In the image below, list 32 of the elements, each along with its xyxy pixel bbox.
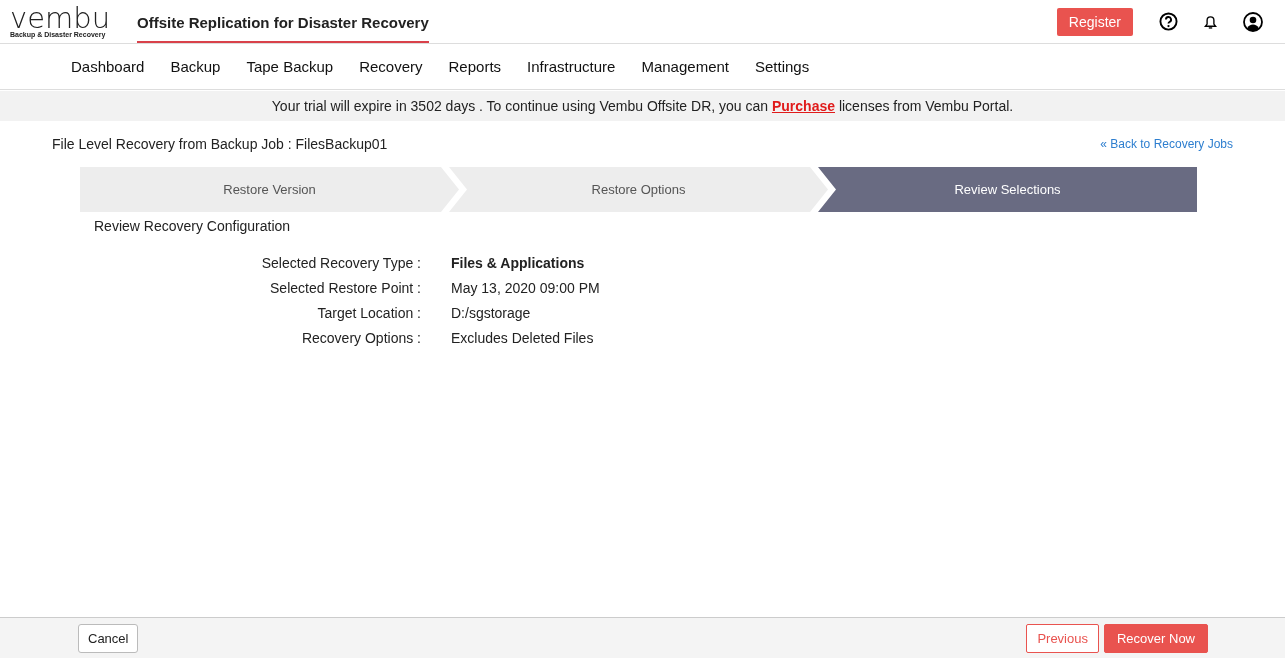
user-avatar-icon[interactable] — [1243, 11, 1263, 32]
nav-item[interactable]: Settings — [755, 58, 810, 75]
summary-label: Selected Restore Point : — [269, 279, 421, 297]
summary-label: Target Location : — [316, 304, 421, 322]
summary-value: May 13, 2020 09:00 PM — [451, 279, 601, 297]
register-button[interactable]: Register — [1056, 7, 1133, 36]
nav-item[interactable]: Backup — [170, 58, 221, 75]
back-link[interactable]: « Back to Recovery Jobs — [1100, 137, 1233, 151]
nav-item[interactable]: Recovery — [359, 58, 423, 75]
page-title: File Level Recovery from Backup Job : FilesBackup01 — [52, 136, 388, 152]
section-title: Review Recovery Configuration — [93, 217, 292, 234]
nav-item[interactable]: Tape Backup — [246, 58, 334, 75]
nav-item[interactable]: Management — [641, 58, 729, 75]
trial-message: Your trial will expire in 3502 days . To continue using Vembu Offsite DR, you can Purchase licenses from Vembu Portal. — [271, 98, 1014, 114]
wizard-step[interactable]: Restore Version — [80, 167, 459, 212]
logo: vembu — [10, 5, 112, 31]
nav-item[interactable]: Infrastructure — [527, 58, 616, 75]
summary-value: D:/sgstorage — [451, 304, 532, 322]
summary-label: Recovery Options : — [300, 329, 421, 347]
product-title: Offsite Replication for Disaster Recovery — [137, 0, 429, 43]
recover-now-button[interactable]: Recover Now — [1103, 623, 1208, 653]
previous-button[interactable]: Previous — [1026, 623, 1099, 653]
summary-value: Excludes Deleted Files — [451, 329, 595, 347]
wizard-step[interactable]: Review Selections — [818, 167, 1197, 212]
purchase-link[interactable]: Purchase — [771, 98, 835, 114]
nav-item[interactable]: Dashboard — [71, 58, 145, 75]
help-icon[interactable] — [1159, 12, 1178, 31]
summary-label: Selected Recovery Type : — [260, 254, 421, 272]
summary-value: Files & Applications — [451, 254, 586, 272]
wizard-step[interactable]: Restore Options — [449, 167, 828, 212]
cancel-button[interactable]: Cancel — [78, 623, 139, 653]
nav-item[interactable]: Reports — [448, 58, 502, 75]
